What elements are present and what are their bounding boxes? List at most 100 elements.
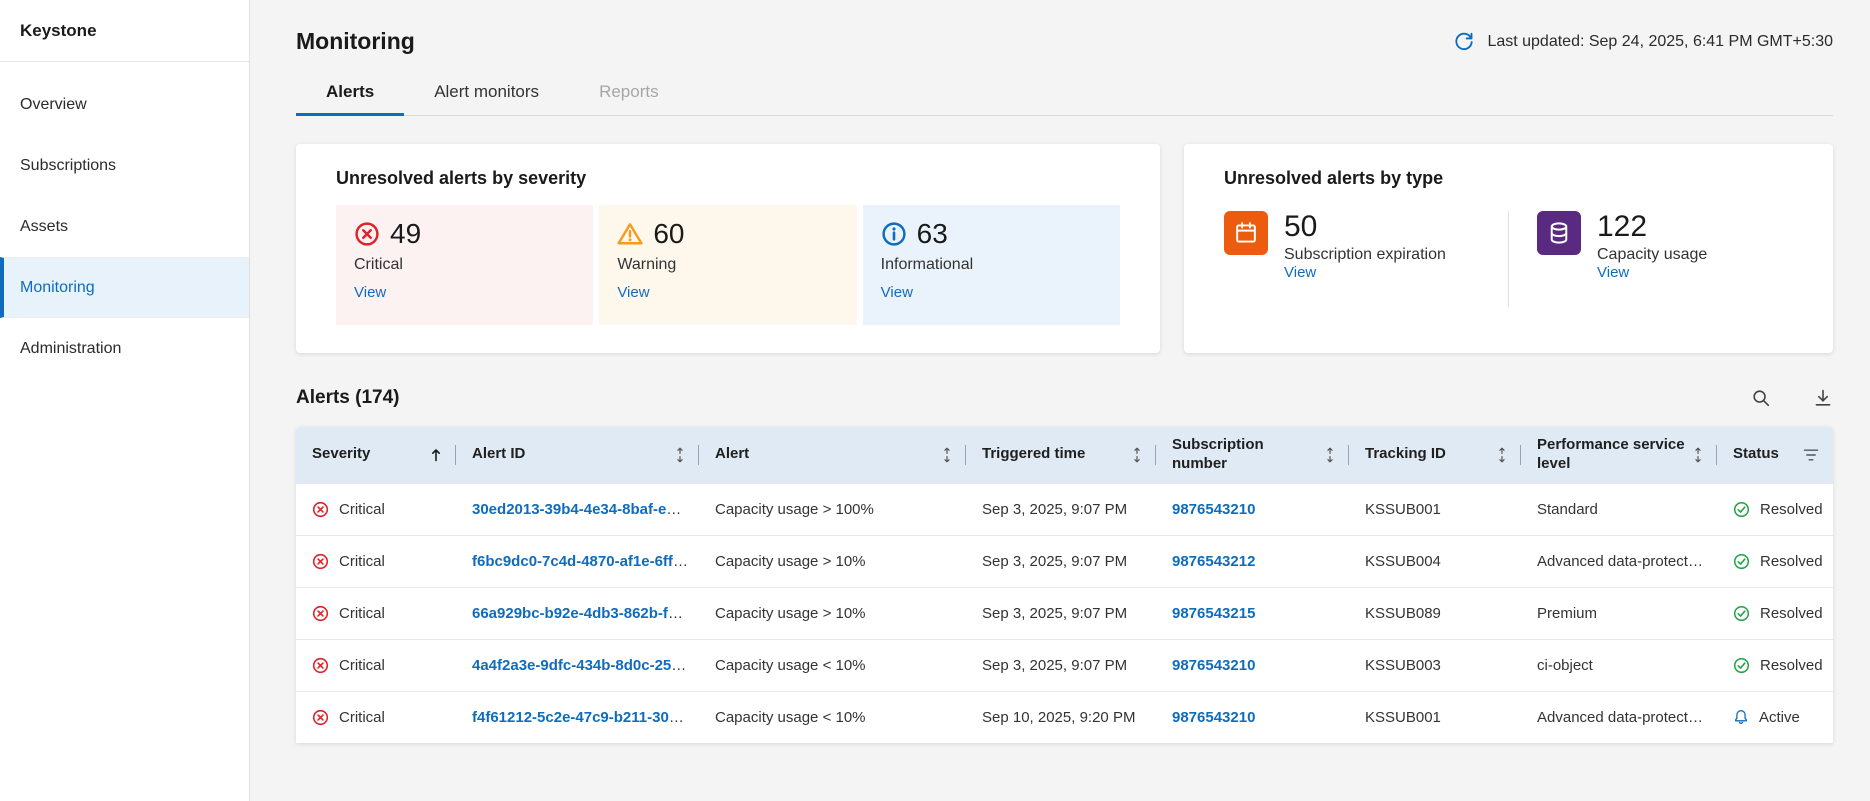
sort-asc-icon	[430, 448, 442, 462]
subscription-number-link[interactable]: 9876543210	[1172, 657, 1255, 674]
col-alert-id[interactable]: Alert ID	[456, 427, 699, 483]
severity-value: Critical	[339, 501, 385, 518]
severity-value: Critical	[339, 709, 385, 726]
table-row: Critical f6bc9dc0-7c4d-4870-af1e-6ff7e..…	[296, 535, 1833, 587]
status-value: Resolved	[1760, 553, 1823, 570]
service-level-value: Advanced data-protect pr...	[1521, 691, 1717, 743]
critical-icon	[312, 501, 329, 518]
col-triggered-time[interactable]: Triggered time	[966, 427, 1156, 483]
tracking-id-value: KSSUB003	[1349, 639, 1521, 691]
view-critical-link[interactable]: View	[354, 284, 386, 301]
col-severity-label: Severity	[312, 445, 370, 464]
triggered-time-value: Sep 3, 2025, 9:07 PM	[966, 483, 1156, 535]
summary-cards: Unresolved alerts by severity 49 Critica…	[296, 144, 1833, 353]
status-value: Active	[1759, 709, 1800, 726]
informational-label: Informational	[881, 256, 1102, 274]
resolved-icon	[1733, 657, 1750, 674]
alerts-section-title: Alerts (174)	[296, 387, 400, 409]
alert-id-link[interactable]: f6bc9dc0-7c4d-4870-af1e-6ff7e...	[472, 553, 699, 570]
subscription-expiration-label: Subscription expiration	[1284, 246, 1446, 264]
capacity-usage-item: 122 Capacity usage View	[1537, 205, 1793, 282]
sidebar-item-subscriptions[interactable]: Subscriptions	[0, 135, 249, 196]
alerts-table: Severity Alert ID Alert Triggered time S…	[296, 427, 1833, 743]
alert-value: Capacity usage < 10%	[699, 691, 966, 743]
triggered-time-value: Sep 3, 2025, 9:07 PM	[966, 639, 1156, 691]
alert-id-link[interactable]: 66a929bc-b92e-4db3-862b-fb2...	[472, 605, 698, 622]
sort-icon	[1132, 447, 1142, 463]
sort-icon	[1497, 447, 1507, 463]
tab-reports[interactable]: Reports	[569, 69, 689, 115]
view-informational-link[interactable]: View	[881, 284, 913, 301]
sidebar-item-administration[interactable]: Administration	[0, 318, 249, 379]
triggered-time-value: Sep 10, 2025, 9:20 PM	[966, 691, 1156, 743]
subscription-expiration-item: 50 Subscription expiration View	[1224, 205, 1480, 282]
page-header: Monitoring Last updated: Sep 24, 2025, 6…	[296, 0, 1833, 69]
vertical-divider	[1508, 211, 1509, 307]
filter-icon[interactable]	[1803, 448, 1819, 462]
col-alert-id-label: Alert ID	[472, 445, 525, 464]
service-level-value: ci-object	[1521, 639, 1717, 691]
tracking-id-value: KSSUB004	[1349, 535, 1521, 587]
view-subscription-expiration-link[interactable]: View	[1284, 264, 1316, 281]
col-subscription-number[interactable]: Subscription number	[1156, 427, 1349, 483]
table-row: Critical 4a4f2a3e-9dfc-434b-8d0c-25d... …	[296, 639, 1833, 691]
tab-alerts[interactable]: Alerts	[296, 69, 404, 115]
page-title: Monitoring	[296, 28, 415, 55]
app-brand: Keystone	[0, 0, 249, 62]
tab-bar: Alerts Alert monitors Reports	[296, 69, 1833, 116]
col-tracking-id[interactable]: Tracking ID	[1349, 427, 1521, 483]
table-row: Critical f4f61212-5c2e-47c9-b211-302b...…	[296, 691, 1833, 743]
critical-icon	[312, 553, 329, 570]
view-warning-link[interactable]: View	[617, 284, 649, 301]
alert-id-link[interactable]: 30ed2013-39b4-4e34-8baf-e9c...	[472, 501, 695, 518]
service-level-value: Standard	[1521, 483, 1717, 535]
sidebar-item-overview[interactable]: Overview	[0, 74, 249, 135]
sort-icon	[675, 447, 685, 463]
sort-icon	[1693, 447, 1703, 463]
last-updated: Last updated: Sep 24, 2025, 6:41 PM GMT+…	[1453, 31, 1833, 53]
alert-id-link[interactable]: 4a4f2a3e-9dfc-434b-8d0c-25d...	[472, 657, 693, 674]
subscription-expiration-count: 50	[1284, 211, 1446, 243]
subscription-number-link[interactable]: 9876543210	[1172, 501, 1255, 518]
informational-tile: 63 Informational View	[863, 205, 1120, 325]
sidebar-item-assets[interactable]: Assets	[0, 196, 249, 257]
sidebar-item-monitoring[interactable]: Monitoring	[0, 257, 249, 318]
type-card: Unresolved alerts by type 50 Subscriptio…	[1184, 144, 1833, 353]
col-alert[interactable]: Alert	[699, 427, 966, 483]
col-severity[interactable]: Severity	[296, 427, 456, 483]
triggered-time-value: Sep 3, 2025, 9:07 PM	[966, 587, 1156, 639]
col-status[interactable]: Status	[1717, 427, 1833, 483]
download-icon[interactable]	[1813, 388, 1833, 408]
calendar-icon	[1224, 211, 1268, 255]
service-level-value: Premium	[1521, 587, 1717, 639]
alert-id-link[interactable]: f4f61212-5c2e-47c9-b211-302b...	[472, 709, 699, 726]
col-performance-service-level[interactable]: Performance service level	[1521, 427, 1717, 483]
tracking-id-value: KSSUB001	[1349, 691, 1521, 743]
warning-icon	[617, 221, 643, 247]
service-level-value: Advanced data-protect pr...	[1521, 535, 1717, 587]
subscription-number-link[interactable]: 9876543212	[1172, 553, 1255, 570]
type-items: 50 Subscription expiration View 122 Capa…	[1224, 205, 1793, 307]
table-row: Critical 66a929bc-b92e-4db3-862b-fb2... …	[296, 587, 1833, 639]
search-icon[interactable]	[1751, 388, 1771, 408]
status-value: Resolved	[1760, 605, 1823, 622]
col-tracking-id-label: Tracking ID	[1365, 445, 1446, 464]
subscription-number-link[interactable]: 9876543210	[1172, 709, 1255, 726]
tab-alert-monitors[interactable]: Alert monitors	[404, 69, 569, 115]
alert-value: Capacity usage > 10%	[699, 535, 966, 587]
main-content: Monitoring Last updated: Sep 24, 2025, 6…	[250, 0, 1870, 801]
critical-icon	[354, 221, 380, 247]
subscription-number-link[interactable]: 9876543215	[1172, 605, 1255, 622]
active-bell-icon	[1733, 709, 1749, 725]
col-subscription-number-label: Subscription number	[1172, 436, 1317, 474]
sort-icon	[1325, 447, 1335, 463]
capacity-usage-count: 122	[1597, 211, 1707, 243]
critical-icon	[312, 605, 329, 622]
severity-value: Critical	[339, 657, 385, 674]
refresh-icon[interactable]	[1453, 31, 1475, 53]
view-capacity-usage-link[interactable]: View	[1597, 264, 1629, 281]
critical-label: Critical	[354, 256, 575, 274]
triggered-time-value: Sep 3, 2025, 9:07 PM	[966, 535, 1156, 587]
tracking-id-value: KSSUB089	[1349, 587, 1521, 639]
alert-value: Capacity usage < 10%	[699, 639, 966, 691]
